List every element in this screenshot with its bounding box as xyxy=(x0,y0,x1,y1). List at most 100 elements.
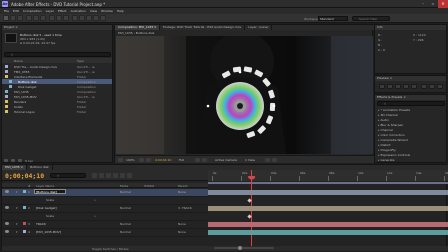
rectangle-tool-icon[interactable] xyxy=(49,15,55,21)
tab-info[interactable]: Info xyxy=(375,25,446,30)
property-value[interactable]: ⌁ xyxy=(94,214,96,218)
tab-footage[interactable]: Footage: DVD Track Tutorial - Edit Audio… xyxy=(160,25,246,30)
maximize-button[interactable]: ▫ xyxy=(428,0,438,8)
fast-previews-icon[interactable] xyxy=(272,158,277,162)
blend-mode-select[interactable]: Normal xyxy=(120,222,131,226)
time-ruler[interactable]: 0s02s04s06s08s10s12s14s16s xyxy=(208,170,448,181)
layer-label-color[interactable] xyxy=(23,190,26,193)
tab-effects-presets[interactable]: Effects & Presets × xyxy=(375,95,446,100)
workspace-select[interactable]: Standard xyxy=(318,16,348,21)
project-search-input[interactable]: ⚲ xyxy=(4,52,111,57)
menu-animation[interactable]: Animation xyxy=(71,9,86,13)
parent-select[interactable]: None xyxy=(178,230,186,234)
eraser-tool-icon[interactable] xyxy=(86,15,92,21)
clone-stamp-tool-icon[interactable] xyxy=(79,15,85,21)
3d-view-select[interactable]: Active Camera xyxy=(215,158,237,162)
layer-row[interactable]: ▾ 2 [Disk Gadget] Normal 3. TRACK xyxy=(2,205,208,213)
column-trkmat[interactable]: TrkMat xyxy=(144,184,154,188)
view-layout-select[interactable]: 1 View xyxy=(245,158,255,162)
always-preview-icon[interactable] xyxy=(118,158,123,162)
column-parent[interactable]: Parent xyxy=(178,184,188,188)
menu-edit[interactable]: Edit xyxy=(13,9,19,13)
region-of-interest-icon[interactable] xyxy=(195,158,200,162)
label-color-swatch[interactable] xyxy=(9,80,12,83)
timeline-search-input[interactable]: ⚲ xyxy=(50,173,86,178)
rotate-tool-icon[interactable] xyxy=(26,15,32,21)
ram-preview-icon[interactable] xyxy=(437,84,443,89)
visibility-eye-icon[interactable] xyxy=(5,190,9,193)
visibility-eye-icon[interactable] xyxy=(5,222,9,225)
comp-mini-flowchart-icon[interactable] xyxy=(92,173,97,178)
parent-select[interactable]: None xyxy=(178,222,186,226)
effect-category[interactable]: ▸ Composite Wizard xyxy=(378,138,408,142)
tab-composition[interactable]: Composition: MVI_1035 ▾ xyxy=(115,25,160,30)
effects-search-input[interactable]: ⚲ xyxy=(377,101,445,106)
effect-category[interactable]: ▸ Audio xyxy=(378,118,389,122)
first-frame-icon[interactable] xyxy=(379,84,385,89)
column-name[interactable]: Name xyxy=(14,59,23,63)
effect-category[interactable]: ▸ Color Correction xyxy=(378,133,405,137)
play-icon[interactable] xyxy=(395,84,401,89)
loop-icon[interactable] xyxy=(429,84,435,89)
effect-category[interactable]: ▸ * Animation Presets xyxy=(378,108,410,112)
motion-blur-icon[interactable] xyxy=(120,173,125,178)
graph-editor-icon[interactable] xyxy=(127,173,132,178)
layer-name[interactable]: [MVI_1035.MOV] xyxy=(36,230,61,234)
effect-category[interactable]: ▸ Distort xyxy=(378,143,391,147)
close-button[interactable]: ✕ xyxy=(438,0,448,8)
property-value[interactable]: ⌁ xyxy=(94,198,96,202)
zoom-tool-icon[interactable] xyxy=(17,15,23,21)
menu-layer[interactable]: Layer xyxy=(46,9,54,13)
new-folder-icon[interactable] xyxy=(11,159,15,162)
camera-tool-icon[interactable] xyxy=(33,15,39,21)
label-color-swatch[interactable] xyxy=(5,110,8,113)
composition-viewer[interactable] xyxy=(116,36,373,154)
current-time-display[interactable]: 0;00;04;10 xyxy=(5,172,44,180)
selection-tool-icon[interactable] xyxy=(3,15,9,21)
layer-property-row[interactable]: Scale ⌁ xyxy=(2,197,208,205)
type-tool-icon[interactable] xyxy=(63,15,69,21)
tab-layer[interactable]: Layer: (none) xyxy=(245,25,273,30)
menu-window[interactable]: Window xyxy=(101,9,113,13)
layer-duration-bar[interactable] xyxy=(208,206,448,211)
effect-category[interactable]: ▸ Expression Controls xyxy=(378,153,410,157)
blend-mode-select[interactable]: Normal xyxy=(120,206,131,210)
layer-label-color[interactable] xyxy=(23,230,26,233)
grid-toggle-icon[interactable] xyxy=(139,158,144,162)
effect-category[interactable]: ▸ DragonFly xyxy=(378,148,396,152)
bit-depth-label[interactable]: 8 bpc xyxy=(25,159,33,163)
layer-row[interactable]: ▾ 3 TRACK Normal None xyxy=(2,221,208,229)
blend-mode-select[interactable]: Normal xyxy=(120,190,131,194)
column-layer-name[interactable]: Layer Name xyxy=(36,184,54,188)
label-color-swatch[interactable] xyxy=(5,75,8,78)
layer-name[interactable]: [Buttons disk] xyxy=(36,190,57,194)
label-color-swatch[interactable] xyxy=(5,90,8,93)
audio-icon[interactable] xyxy=(421,84,427,89)
label-color-swatch[interactable] xyxy=(5,105,8,108)
magnification-select[interactable]: 100% xyxy=(126,158,135,162)
twirl-down-icon[interactable]: ▾ xyxy=(16,222,18,226)
next-frame-icon[interactable] xyxy=(403,84,409,89)
label-color-swatch[interactable] xyxy=(5,65,8,68)
menu-help[interactable]: Help xyxy=(117,9,124,13)
project-item[interactable]: Tutorial Logos Folder xyxy=(2,109,112,114)
layer-label-color[interactable] xyxy=(23,206,26,209)
minimize-button[interactable]: – xyxy=(418,0,428,8)
roto-brush-tool-icon[interactable] xyxy=(93,15,99,21)
toggle-switches-modes-button[interactable]: Toggle Switches / Modes xyxy=(92,247,129,251)
effect-category[interactable]: ▸ Channel xyxy=(378,128,393,132)
transparency-grid-icon[interactable] xyxy=(202,158,207,162)
layer-name[interactable]: TRACK xyxy=(36,222,46,226)
column-type[interactable]: Type xyxy=(77,59,84,63)
parent-select[interactable]: 3. TRACK xyxy=(178,206,192,210)
layer-duration-bar[interactable] xyxy=(208,190,448,195)
twirl-down-icon[interactable]: ▾ xyxy=(16,190,18,194)
visibility-eye-icon[interactable] xyxy=(5,206,9,209)
twirl-down-icon[interactable]: ▾ xyxy=(16,206,18,210)
layer-label-color[interactable] xyxy=(23,222,26,225)
work-area-bar[interactable] xyxy=(208,182,448,184)
interpret-footage-icon[interactable] xyxy=(4,159,8,162)
layer-property-row[interactable]: Scale ⌁ xyxy=(2,213,208,221)
brush-tool-icon[interactable] xyxy=(72,15,78,21)
menu-view[interactable]: View xyxy=(90,9,97,13)
